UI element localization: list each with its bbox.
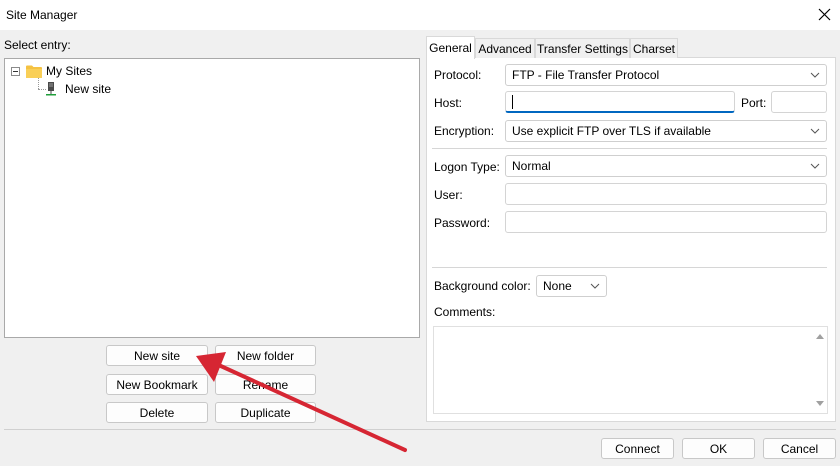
protocol-value: FTP - File Transfer Protocol	[512, 68, 660, 82]
encryption-select[interactable]: Use explicit FTP over TLS if available	[505, 120, 827, 142]
background-color-select[interactable]: None	[536, 275, 607, 297]
user-label: User:	[434, 188, 463, 202]
logon-type-label: Logon Type:	[434, 160, 500, 174]
connect-button[interactable]: Connect	[601, 438, 674, 459]
chevron-down-icon	[810, 72, 820, 78]
title-bar: Site Manager	[0, 0, 840, 30]
chevron-down-icon	[590, 283, 600, 289]
tree-item-my-sites[interactable]: My Sites	[11, 62, 92, 80]
tab-transfer-settings[interactable]: Transfer Settings	[535, 38, 630, 58]
password-input[interactable]	[505, 211, 827, 233]
folder-icon	[26, 65, 42, 78]
host-label: Host:	[434, 96, 463, 110]
logon-type-select[interactable]: Normal	[505, 155, 827, 177]
new-bookmark-button[interactable]: New Bookmark	[106, 374, 208, 395]
select-entry-label: Select entry:	[4, 38, 71, 52]
section-divider	[432, 267, 827, 268]
new-folder-button[interactable]: New folder	[215, 345, 316, 366]
port-input[interactable]	[771, 91, 827, 113]
scroll-down-icon[interactable]	[816, 399, 824, 407]
text-caret	[512, 94, 513, 109]
tab-general[interactable]: General	[426, 36, 475, 59]
tree-item-new-site[interactable]: New site	[45, 80, 111, 98]
background-color-label: Background color:	[434, 279, 531, 293]
collapse-icon[interactable]	[11, 66, 20, 76]
encryption-value: Use explicit FTP over TLS if available	[512, 124, 711, 138]
chevron-down-icon	[810, 128, 820, 134]
protocol-label: Protocol:	[434, 68, 482, 82]
tab-advanced[interactable]: Advanced	[475, 38, 535, 58]
tree-item-label: New site	[65, 82, 112, 96]
port-label: Port:	[741, 96, 767, 110]
host-input[interactable]	[505, 91, 735, 113]
logon-type-value: Normal	[512, 159, 551, 173]
chevron-down-icon	[810, 163, 820, 169]
background-color-value: None	[543, 279, 572, 293]
protocol-select[interactable]: FTP - File Transfer Protocol	[505, 64, 827, 86]
cancel-button[interactable]: Cancel	[763, 438, 836, 459]
window-title: Site Manager	[6, 8, 78, 22]
password-label: Password:	[434, 216, 491, 230]
comments-textarea[interactable]	[433, 326, 828, 414]
tree-item-label: My Sites	[46, 64, 93, 78]
delete-button[interactable]: Delete	[106, 402, 208, 423]
rename-button[interactable]: Rename	[215, 374, 316, 395]
scroll-up-icon[interactable]	[816, 333, 824, 341]
close-button[interactable]	[810, 0, 840, 30]
site-manager-window: Site Manager Select entry: My Sites New …	[0, 0, 840, 466]
section-divider	[432, 148, 827, 149]
ok-button[interactable]: OK	[682, 438, 755, 459]
duplicate-button[interactable]: Duplicate	[215, 402, 316, 423]
comments-label: Comments:	[434, 305, 496, 319]
user-input[interactable]	[505, 183, 827, 205]
server-icon	[46, 82, 56, 96]
tab-charset[interactable]: Charset	[630, 38, 678, 58]
close-icon	[818, 8, 831, 21]
footer-divider	[4, 429, 836, 430]
encryption-label: Encryption:	[434, 124, 495, 138]
new-site-button[interactable]: New site	[106, 345, 208, 366]
site-tree[interactable]: My Sites New site	[4, 58, 420, 338]
